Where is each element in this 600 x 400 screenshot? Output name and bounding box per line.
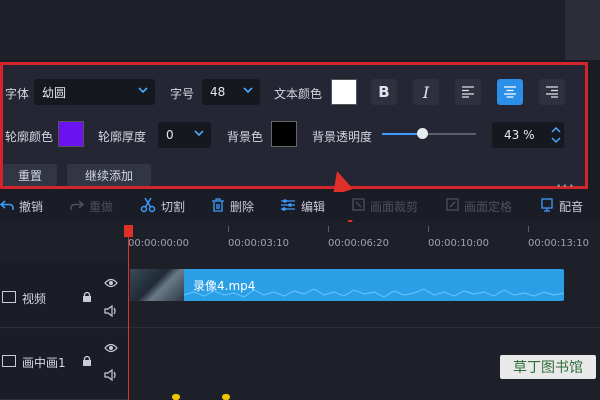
clip-thumbnail bbox=[130, 269, 184, 301]
slider-fill bbox=[382, 133, 423, 135]
clip-name: 录像4.mp4 bbox=[193, 279, 256, 293]
redo-icon bbox=[70, 199, 85, 214]
tick-label: 00:00:06:20 bbox=[328, 238, 390, 249]
bg-opacity-label: 背景透明度 bbox=[312, 130, 373, 144]
reset-button[interactable]: 重置 bbox=[3, 164, 57, 186]
edit-label: 编辑 bbox=[301, 199, 326, 214]
playhead[interactable] bbox=[128, 230, 129, 400]
bg-color-label: 背景色 bbox=[227, 130, 264, 144]
freeze-frame-button[interactable]: 画面定格 bbox=[446, 192, 512, 220]
redo-label: 重做 bbox=[89, 199, 114, 214]
bg-opacity-slider[interactable] bbox=[382, 127, 476, 141]
freeze-frame-label: 画面定格 bbox=[464, 199, 513, 214]
bold-icon: B bbox=[378, 83, 390, 101]
align-left-icon bbox=[462, 86, 474, 98]
ruler-tick bbox=[228, 226, 229, 232]
outline-width-value: 0 bbox=[166, 128, 174, 142]
track-header-video: 视频 bbox=[0, 262, 128, 328]
dub-label: 配音 bbox=[559, 199, 584, 214]
sliders-icon bbox=[280, 198, 296, 215]
align-center-icon bbox=[504, 86, 516, 98]
italic-icon: I bbox=[422, 82, 430, 102]
font-label: 字体 bbox=[5, 87, 30, 101]
outline-width-label: 轮廓厚度 bbox=[98, 130, 147, 144]
playhead-handle[interactable] bbox=[124, 225, 133, 237]
tick-label: 00:00:03:10 bbox=[228, 238, 290, 249]
bold-button[interactable]: B bbox=[371, 79, 397, 105]
scissors-icon bbox=[140, 197, 156, 216]
time-ruler[interactable]: 00:00:00:00 00:00:03:10 00:00:06:20 00:0… bbox=[128, 222, 600, 260]
delete-button[interactable]: 删除 bbox=[211, 192, 254, 220]
chevron-down-icon bbox=[194, 128, 204, 138]
subtitle-style-panel: 字体 幼圆 字号 48 文本颜色 B I 轮廓颜色 轮廓厚度 0 背景色 背景透… bbox=[0, 62, 588, 189]
align-left-button[interactable] bbox=[455, 79, 481, 105]
bg-opacity-value: 43 % bbox=[504, 128, 535, 142]
reset-label: 重置 bbox=[17, 168, 42, 183]
slider-knob[interactable] bbox=[417, 128, 429, 139]
delete-label: 删除 bbox=[230, 199, 255, 214]
film-icon bbox=[2, 291, 16, 303]
bg-color-swatch[interactable] bbox=[271, 121, 297, 147]
ruler-tick bbox=[428, 226, 429, 232]
continue-add-label: 继续添加 bbox=[84, 168, 133, 183]
outline-color-label: 轮廓颜色 bbox=[5, 130, 54, 144]
font-select[interactable]: 幼圆 bbox=[34, 79, 155, 105]
size-select-value: 48 bbox=[210, 85, 226, 99]
chevron-down-icon bbox=[138, 85, 148, 95]
align-center-button[interactable] bbox=[497, 79, 523, 105]
watermark: 草丁图书馆 bbox=[500, 355, 596, 379]
crop-icon bbox=[352, 198, 365, 214]
outline-width-select[interactable]: 0 bbox=[158, 122, 211, 148]
undo-label: 撤销 bbox=[19, 199, 44, 214]
preview-canvas bbox=[0, 0, 565, 60]
lock-icon[interactable] bbox=[82, 355, 92, 370]
opacity-stepper[interactable] bbox=[550, 124, 562, 146]
pip-icon bbox=[2, 355, 16, 367]
tick-label: 00:00:13:10 bbox=[528, 238, 590, 249]
speaker-icon[interactable] bbox=[104, 368, 118, 384]
track-name: 画中画1 bbox=[22, 356, 66, 370]
stepper-arrows-icon bbox=[551, 126, 561, 144]
size-select[interactable]: 48 bbox=[202, 79, 260, 105]
align-right-button[interactable] bbox=[539, 79, 565, 105]
text-color-label: 文本颜色 bbox=[274, 87, 323, 101]
lock-icon[interactable] bbox=[82, 291, 92, 306]
tick-label: 00:00:00:00 bbox=[128, 238, 190, 249]
outline-color-swatch[interactable] bbox=[58, 121, 84, 147]
keyframe-marker[interactable] bbox=[222, 394, 230, 400]
italic-button[interactable]: I bbox=[413, 79, 439, 105]
continue-add-button[interactable]: 继续添加 bbox=[67, 164, 151, 186]
ruler-tick bbox=[528, 226, 529, 232]
video-clip[interactable]: 录像4.mp4 bbox=[130, 269, 564, 301]
font-select-value: 幼圆 bbox=[42, 85, 67, 100]
dub-icon bbox=[540, 197, 554, 215]
edit-button[interactable]: 编辑 bbox=[280, 192, 325, 220]
eye-icon[interactable] bbox=[104, 342, 118, 356]
size-label: 字号 bbox=[170, 87, 195, 101]
track-header-pip: 画中画1 bbox=[0, 329, 128, 400]
text-color-swatch[interactable] bbox=[331, 79, 357, 105]
panel-resize-dots[interactable]: ••• bbox=[556, 182, 575, 192]
tick-label: 00:00:10:00 bbox=[428, 238, 490, 249]
pin-icon bbox=[446, 198, 459, 214]
track-name: 视频 bbox=[22, 292, 47, 306]
redo-button[interactable]: 重做 bbox=[70, 192, 113, 220]
speaker-icon[interactable] bbox=[104, 304, 118, 320]
chevron-down-icon bbox=[243, 85, 253, 95]
cut-button[interactable]: 切割 bbox=[140, 192, 185, 220]
preview-scrollbar[interactable] bbox=[565, 0, 600, 60]
align-right-icon bbox=[546, 86, 558, 98]
crop-button[interactable]: 画面裁剪 bbox=[352, 192, 418, 220]
crop-label: 画面裁剪 bbox=[370, 199, 419, 214]
undo-button[interactable]: 撤销 bbox=[0, 192, 43, 220]
undo-icon bbox=[0, 199, 14, 214]
dub-button[interactable]: 配音 bbox=[540, 192, 583, 220]
trash-icon bbox=[211, 197, 225, 215]
cut-label: 切割 bbox=[161, 199, 186, 214]
keyframe-marker[interactable] bbox=[172, 394, 180, 400]
ruler-tick bbox=[328, 226, 329, 232]
edit-toolbar: 撤销 重做 切割 删除 编辑 画面裁剪 画面定格 配音 bbox=[0, 192, 600, 220]
watermark-text: 草丁图书馆 bbox=[513, 360, 583, 376]
eye-icon[interactable] bbox=[104, 277, 118, 291]
